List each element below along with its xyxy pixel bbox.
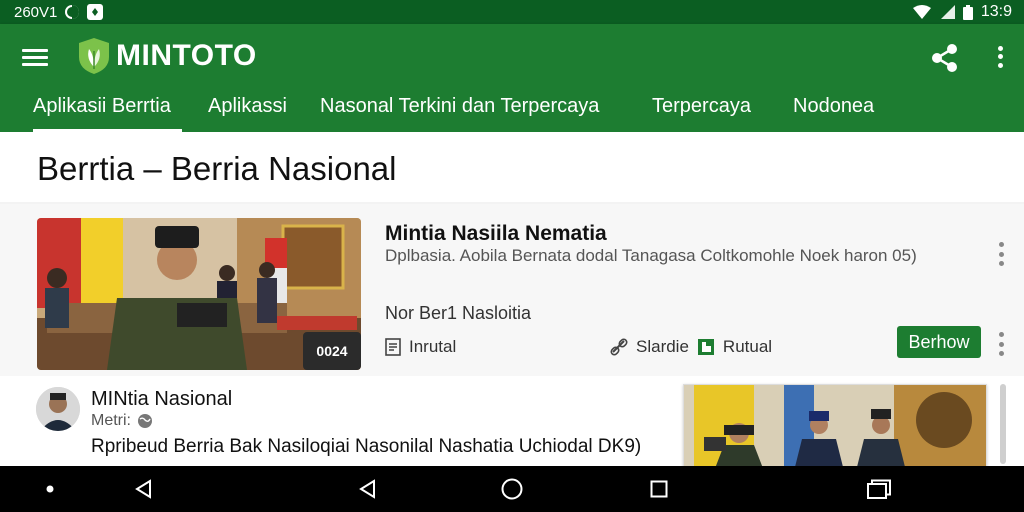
scrollbar[interactable] xyxy=(1000,384,1006,464)
article-meta-right: Slardie Rutual xyxy=(610,337,772,357)
home-icon[interactable] xyxy=(497,466,527,512)
signal-icon xyxy=(939,5,955,19)
document-icon xyxy=(385,338,401,356)
section-title: Berrtia – Berria Nasional xyxy=(37,150,397,187)
avatar[interactable] xyxy=(36,387,80,431)
article-card-2[interactable]: MINtia Nasional Metri: Rpribeud Berria B… xyxy=(0,376,1024,470)
notification-icon xyxy=(87,4,104,20)
article-action-button[interactable]: Berhow xyxy=(897,326,981,358)
leaf-shield-logo xyxy=(79,38,109,74)
back-icon-2[interactable] xyxy=(352,466,382,512)
back-icon[interactable] xyxy=(128,466,158,512)
meta-source: Slardie xyxy=(636,337,689,356)
bookmark-icon xyxy=(697,339,714,355)
app-bar: MINTOTO Aplikasii Berrtia Aplikassi Naso… xyxy=(0,24,1024,132)
article-description: Dplbasia. Aobila Bernata dodal Tanagasa … xyxy=(385,246,917,265)
moon-icon xyxy=(65,5,80,19)
meta-label: Inrutal xyxy=(409,337,457,356)
article-2-description: Rpribeud Berria Bak Nasiloqiai Nasonilal… xyxy=(91,436,642,457)
menu-icon[interactable] xyxy=(20,45,50,69)
link-icon xyxy=(610,338,628,356)
article-2-meta-label: Metri: xyxy=(91,412,131,429)
article-2-thumbnail[interactable] xyxy=(683,384,987,470)
article-subtitle: Nor Ber1 Nasloitia xyxy=(385,303,532,323)
status-time: 13:9 xyxy=(980,3,1012,20)
share-icon[interactable] xyxy=(930,43,960,73)
thumbnail-caption: 0024 xyxy=(316,343,347,359)
article-more-icon[interactable] xyxy=(996,242,1006,266)
status-bar: 260V1 13:9 xyxy=(0,0,1024,24)
tab-nasional-terkini[interactable]: Nasonal Terkini dan Terpercaya xyxy=(320,84,599,132)
app-name: MINTOTO xyxy=(116,39,257,72)
battery-icon xyxy=(962,4,973,20)
tab-bar: Aplikasii Berrtia Aplikassi Nasonal Terk… xyxy=(0,84,1024,132)
tab-nodonea[interactable]: Nodonea xyxy=(793,84,874,132)
article-meta-left: Inrutal xyxy=(385,337,456,357)
section-header: Berrtia – Berria Nasional xyxy=(0,132,1024,202)
globe-icon xyxy=(138,414,152,428)
article-2-meta: Metri: xyxy=(91,412,153,430)
article-card[interactable]: 0024 Mintia Nasiila Nematia Dplbasia. Ao… xyxy=(0,204,1024,376)
more-vert-icon[interactable] xyxy=(990,42,1010,72)
meta-tag: Rutual xyxy=(722,337,773,356)
article-more-icon-2[interactable] xyxy=(996,332,1006,356)
tab-terpercaya[interactable]: Terpercaya xyxy=(652,84,751,132)
tab-aplikasi-berita[interactable]: Aplikasii Berrtia xyxy=(33,84,182,132)
article-title[interactable]: Mintia Nasiila Nematia xyxy=(385,222,607,246)
article-2-title[interactable]: MINtia Nasional xyxy=(91,388,232,411)
tab-aplikasi[interactable]: Aplikassi xyxy=(208,84,287,132)
status-left-text: 260V1 xyxy=(14,3,58,21)
article-thumbnail[interactable]: 0024 xyxy=(37,218,361,370)
navigation-bar xyxy=(0,466,1024,512)
recents-icon[interactable] xyxy=(644,466,674,512)
wifi-icon xyxy=(912,5,931,19)
dot-icon[interactable] xyxy=(40,466,60,512)
app-logo[interactable]: MINTOTO xyxy=(78,37,257,75)
rotate-icon[interactable] xyxy=(862,466,896,512)
